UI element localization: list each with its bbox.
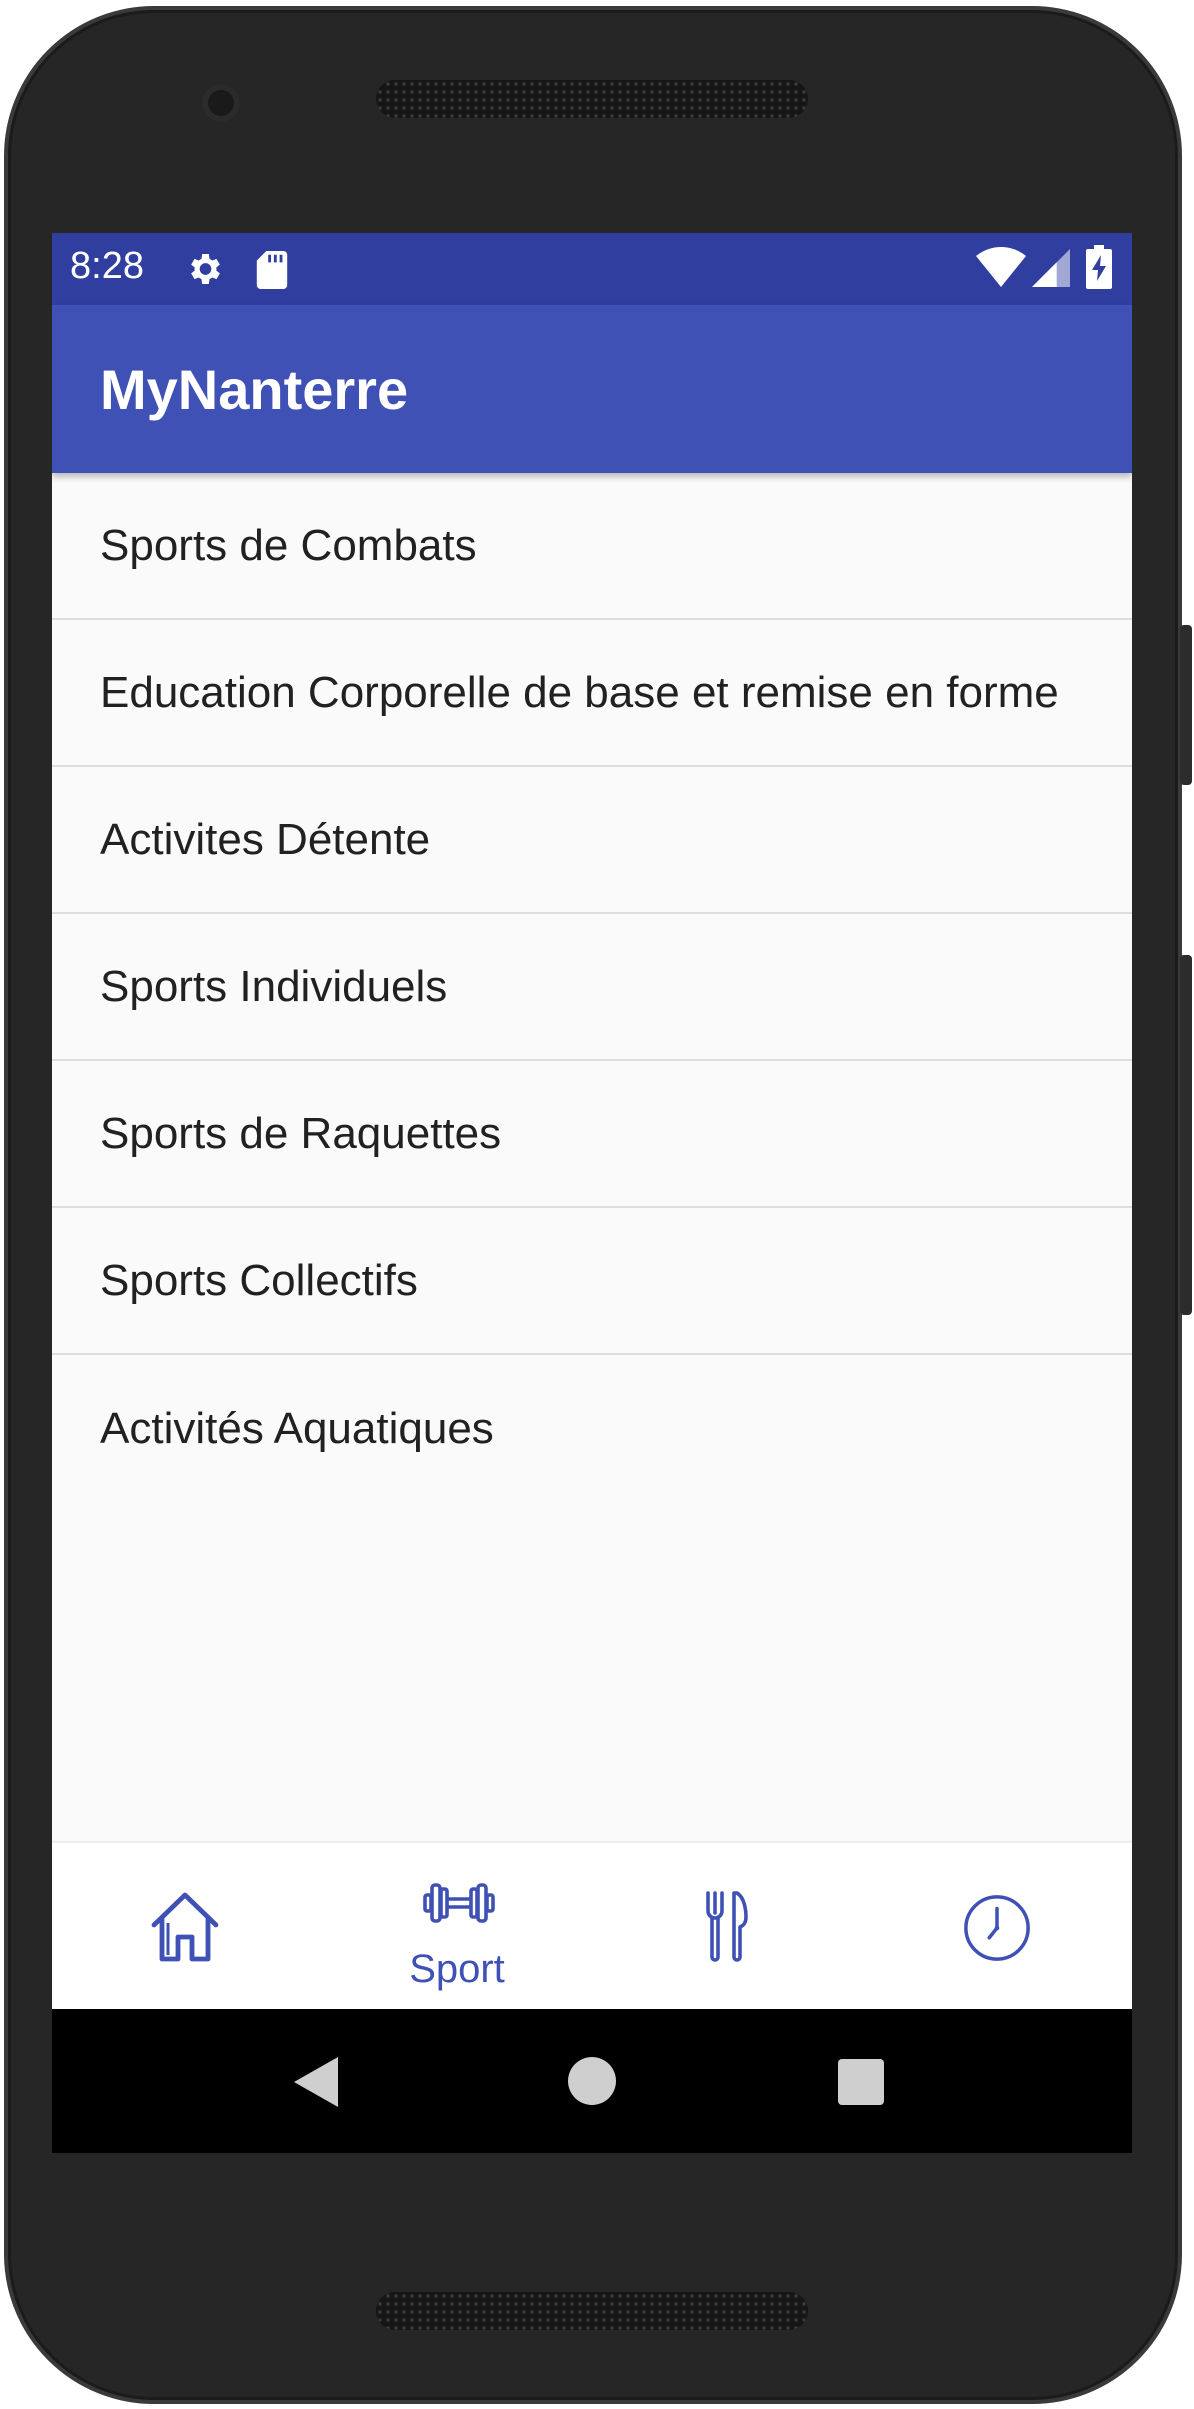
list-item-label: Education Corporelle de base et remise e… <box>100 667 1059 717</box>
screen: 8:28 MyNanterre Sports de Combats Educat… <box>52 233 1132 2153</box>
wifi-icon <box>976 247 1026 291</box>
nav-item-sport[interactable]: Sport <box>322 1843 592 2011</box>
dumbbell-icon <box>423 1883 495 1923</box>
status-time: 8:28 <box>70 245 144 287</box>
list-item-sports-collectifs[interactable]: Sports Collectifs <box>52 1208 1132 1355</box>
battery-charging-icon <box>1086 245 1112 293</box>
list-item-label: Sports de Combats <box>100 520 477 570</box>
list-item-sports-de-raquettes[interactable]: Sports de Raquettes <box>52 1061 1132 1208</box>
app-bar: MyNanterre <box>52 305 1132 473</box>
category-list: Sports de Combats Education Corporelle d… <box>52 473 1132 1502</box>
sd-card-icon <box>256 251 288 293</box>
app-title: MyNanterre <box>100 358 409 421</box>
signal-icon <box>1032 249 1070 291</box>
recents-icon[interactable] <box>838 2059 884 2105</box>
list-item-sports-de-combats[interactable]: Sports de Combats <box>52 473 1132 620</box>
status-bar: 8:28 <box>52 233 1132 305</box>
nav-item-schedule[interactable] <box>862 1843 1132 2011</box>
list-item-label: Sports Collectifs <box>100 1255 418 1305</box>
list-item-label: Activites Détente <box>100 814 431 864</box>
front-camera <box>202 84 240 122</box>
list-item-activites-detente[interactable]: Activites Détente <box>52 767 1132 914</box>
list-item-label: Activités Aquatiques <box>100 1403 494 1453</box>
home-circle-icon[interactable] <box>568 2057 616 2105</box>
nav-item-home[interactable] <box>52 1843 322 2011</box>
nav-label-sport: Sport <box>409 1947 505 1991</box>
gear-icon <box>184 249 224 293</box>
list-item-activites-aquatiques[interactable]: Activités Aquatiques <box>52 1355 1132 1502</box>
bottom-navigation: Sport <box>52 1841 1132 2009</box>
phone-frame: 8:28 MyNanterre Sports de Combats Educat… <box>0 0 1194 2409</box>
clock-icon <box>964 1895 1030 1961</box>
list-item-label: Sports de Raquettes <box>100 1108 502 1158</box>
nav-item-restaurant[interactable] <box>592 1843 862 2011</box>
system-navigation-bar <box>52 2009 1132 2153</box>
restaurant-icon <box>706 1891 748 1962</box>
list-item-label: Sports Individuels <box>100 961 448 1011</box>
power-button <box>1180 955 1192 1315</box>
list-item-sports-individuels[interactable]: Sports Individuels <box>52 914 1132 1061</box>
bottom-speaker <box>376 2292 808 2330</box>
earpiece-speaker <box>376 80 808 118</box>
volume-button <box>1180 625 1192 785</box>
list-item-education-corporelle[interactable]: Education Corporelle de base et remise e… <box>52 620 1132 767</box>
back-icon[interactable] <box>294 2057 338 2107</box>
home-icon <box>151 1892 219 1962</box>
